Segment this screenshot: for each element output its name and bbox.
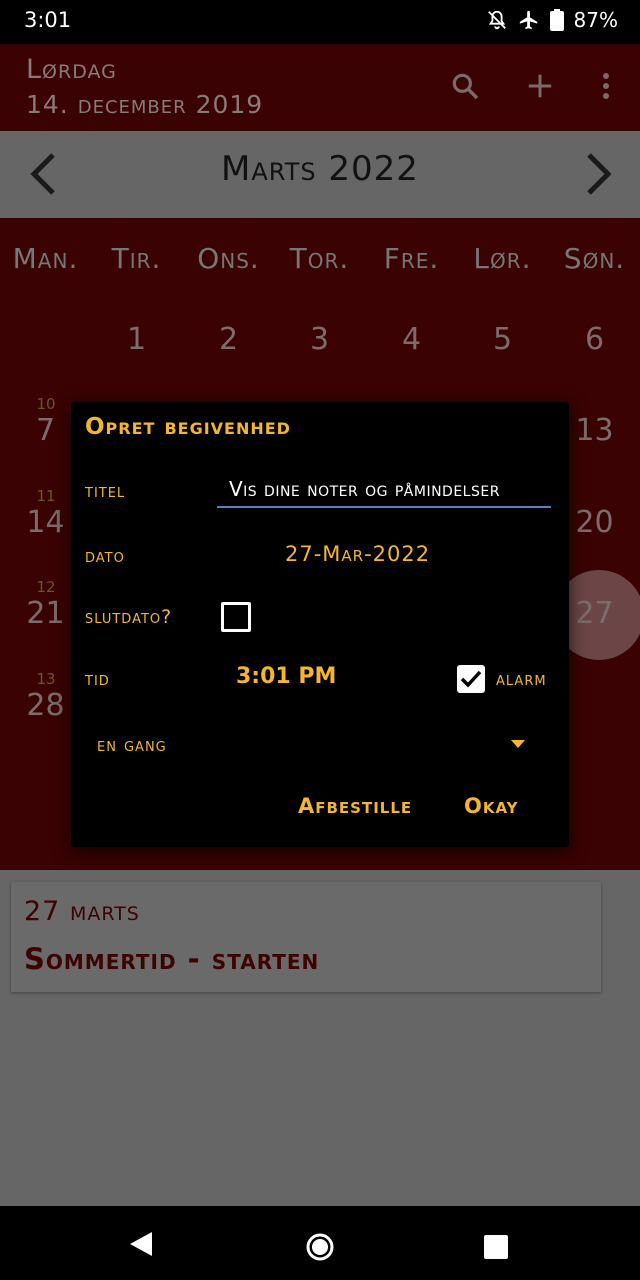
weekday-header: Tir. bbox=[111, 242, 162, 275]
battery-icon bbox=[549, 9, 564, 31]
alarm-checkbox[interactable] bbox=[457, 665, 485, 693]
search-icon bbox=[452, 73, 479, 100]
dropdown-arrow-icon[interactable] bbox=[511, 740, 525, 748]
weekday-header: Fre. bbox=[383, 242, 440, 275]
create-event-dialog: Opret begivenhed titel dato 27-Mar-2022 … bbox=[71, 402, 569, 847]
week-number: 10 bbox=[36, 395, 56, 413]
slutdato-label: slutdato? bbox=[85, 606, 173, 628]
calendar-day[interactable]: 3 bbox=[274, 322, 365, 357]
week-number: 11 bbox=[36, 487, 56, 505]
calendar-day[interactable]: 1 bbox=[91, 322, 182, 357]
next-month-button[interactable] bbox=[572, 149, 622, 199]
overflow-menu-button[interactable] bbox=[584, 64, 628, 108]
calendar-day[interactable]: 6 bbox=[549, 322, 640, 357]
notifications-off-icon bbox=[487, 10, 506, 30]
titel-label: titel bbox=[85, 480, 126, 502]
status-icons: 87% bbox=[486, 8, 618, 32]
end-date-checkbox[interactable] bbox=[221, 602, 251, 632]
recents-icon[interactable] bbox=[484, 1235, 508, 1259]
time-picker-value[interactable]: 3:01 PM bbox=[236, 664, 336, 689]
more-vert-icon bbox=[603, 73, 609, 99]
calendar-day[interactable]: 4 bbox=[366, 322, 457, 357]
alarm-label: alarm bbox=[496, 668, 547, 690]
event-card[interactable]: 27 marts Sommertid - starten bbox=[11, 882, 601, 992]
weekday-header: Tor. bbox=[289, 242, 350, 275]
cancel-button[interactable]: Afbestille bbox=[298, 794, 412, 818]
plus-icon bbox=[528, 74, 552, 98]
app-header: Lørdag 14. december 2019 bbox=[0, 44, 640, 131]
weekday-header: Man. bbox=[12, 242, 79, 275]
home-icon[interactable] bbox=[305, 1232, 335, 1262]
add-event-button[interactable] bbox=[518, 64, 562, 108]
weekday-header: Søn. bbox=[563, 242, 626, 275]
month-title: Marts 2022 bbox=[221, 149, 419, 189]
system-nav-bar bbox=[0, 1206, 640, 1280]
title-input[interactable] bbox=[217, 476, 551, 508]
month-bar: Marts 2022 bbox=[0, 131, 640, 218]
date-picker-value[interactable]: 27-Mar-2022 bbox=[285, 542, 430, 566]
calendar-day[interactable]: 2 bbox=[183, 322, 274, 357]
checkmark-icon bbox=[460, 670, 482, 688]
header-date: 14. december 2019 bbox=[26, 90, 264, 119]
tid-label: tid bbox=[85, 668, 110, 690]
back-icon[interactable] bbox=[128, 1231, 154, 1257]
battery-percent: 87% bbox=[573, 8, 618, 32]
week-number: 13 bbox=[36, 670, 56, 688]
weekday-header: Ons. bbox=[197, 242, 260, 275]
status-bar: 3:01 87% bbox=[0, 0, 640, 44]
event-list: 27 marts Sommertid - starten bbox=[0, 870, 640, 1206]
calendar-day[interactable]: 5 bbox=[457, 322, 548, 357]
event-title: Sommertid - starten bbox=[24, 942, 320, 976]
event-date: 27 marts bbox=[24, 896, 140, 927]
week-number: 12 bbox=[36, 578, 56, 596]
header-day: Lørdag bbox=[26, 54, 117, 85]
airplane-mode-icon bbox=[519, 10, 537, 30]
weekday-header: Lør. bbox=[473, 242, 532, 275]
dato-label: dato bbox=[85, 545, 125, 567]
search-button[interactable] bbox=[443, 64, 487, 108]
ok-button[interactable]: Okay bbox=[464, 794, 519, 818]
chevron-right-icon bbox=[587, 153, 612, 195]
repeat-dropdown[interactable]: en gang bbox=[97, 734, 167, 756]
dialog-title: Opret begivenhed bbox=[85, 414, 291, 440]
status-time: 3:01 bbox=[24, 8, 72, 32]
